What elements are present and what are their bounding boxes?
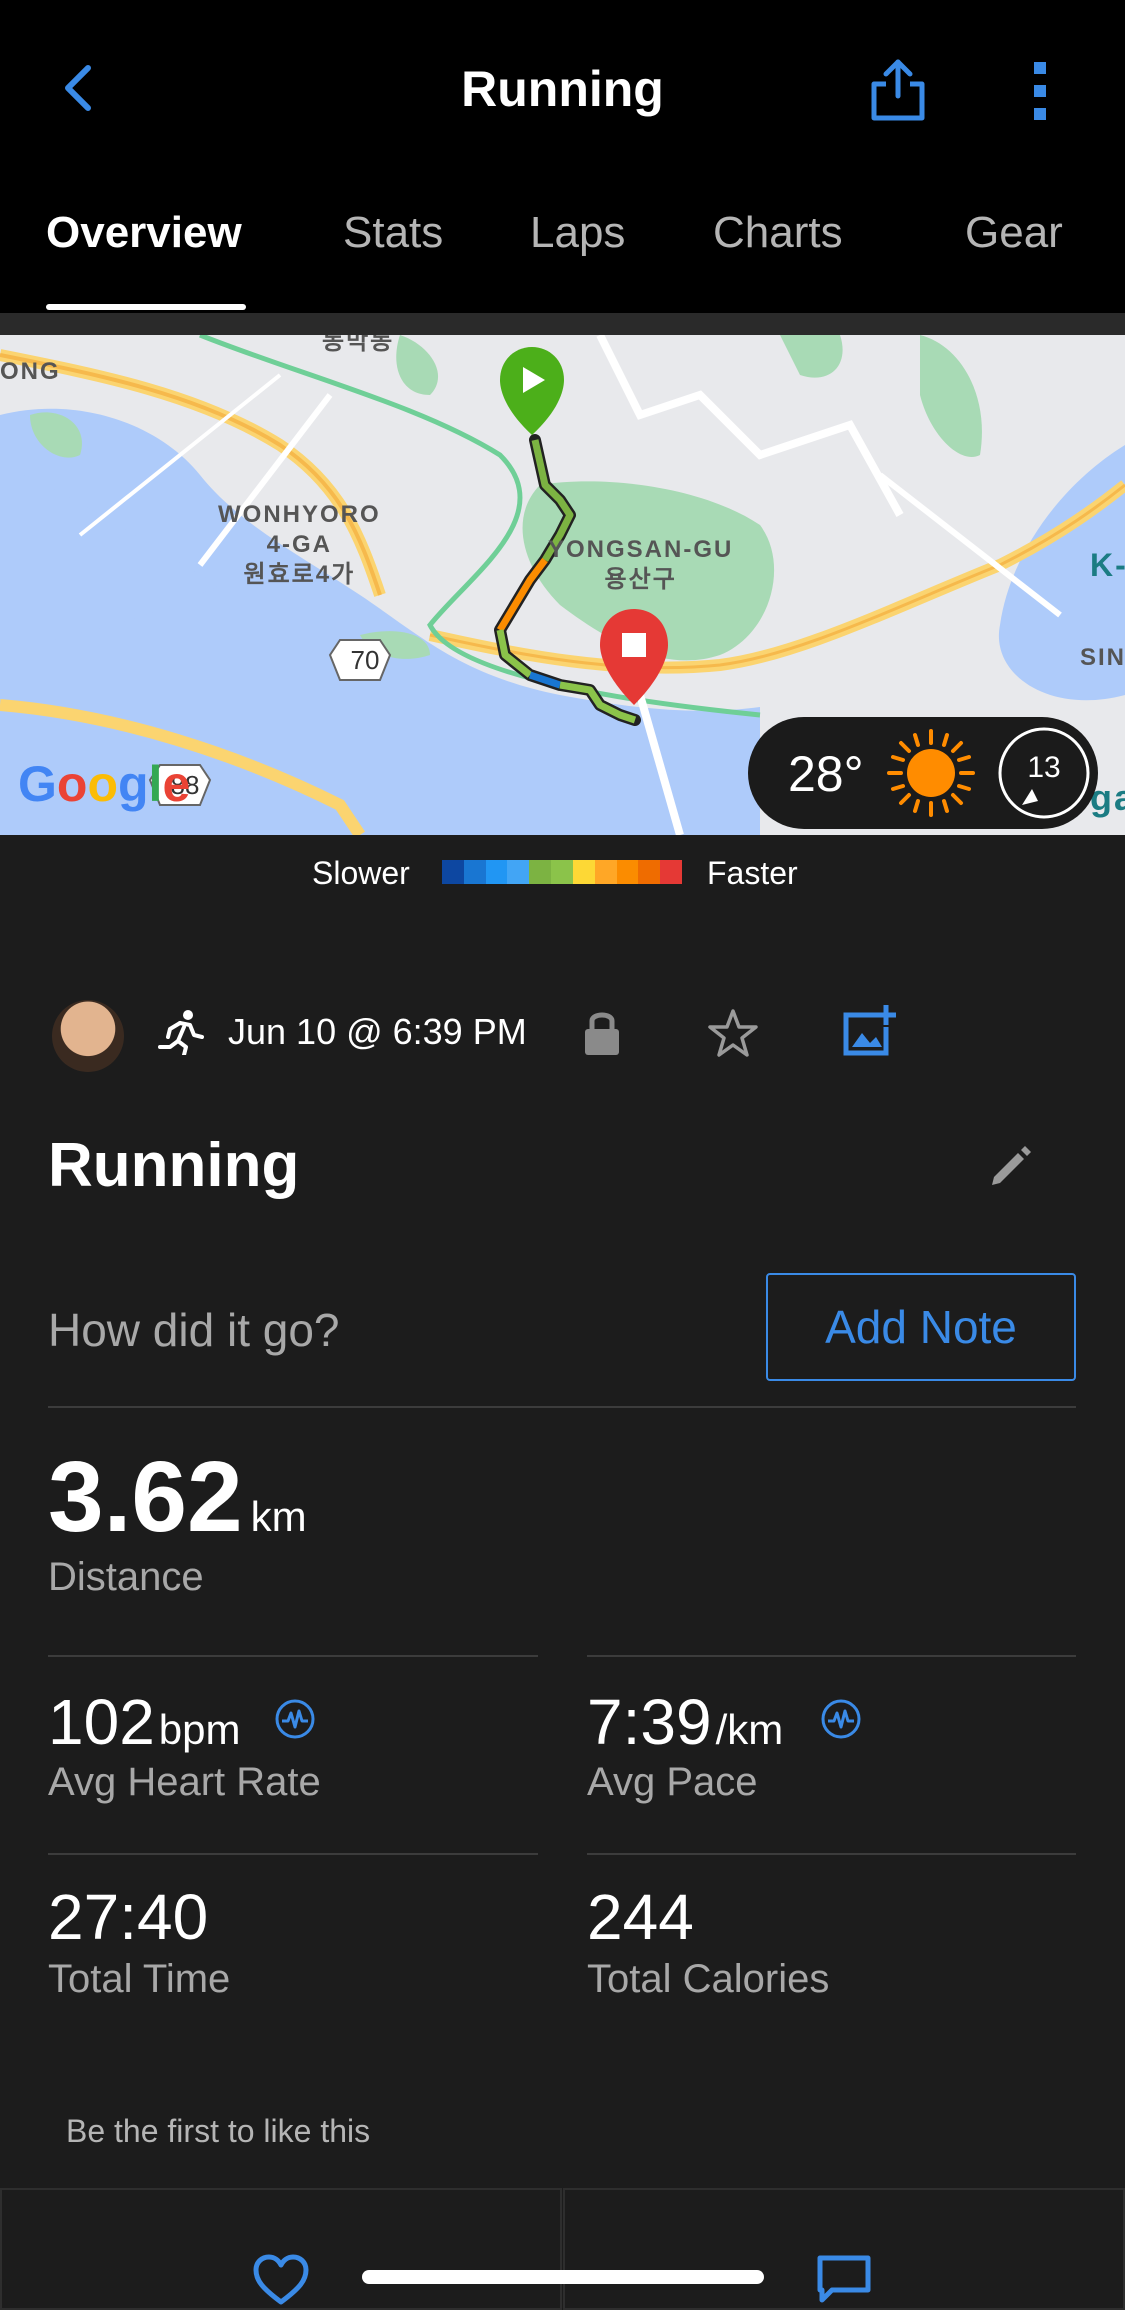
distance-value: 3.62 xyxy=(48,1441,243,1553)
divider xyxy=(587,1655,1076,1657)
running-icon xyxy=(158,1010,204,1055)
tab-charts[interactable]: Charts xyxy=(713,208,843,258)
page-title: Running xyxy=(461,61,664,117)
legend-color-segment xyxy=(572,860,595,884)
home-indicator xyxy=(362,2270,764,2284)
total-calories-value: 244 xyxy=(587,1881,694,1953)
pace-stat: 7:39/km xyxy=(587,1685,783,1759)
map-label-k: K- xyxy=(1090,547,1125,583)
edit-pencil-icon[interactable] xyxy=(988,1143,1034,1189)
bottom-action-bar xyxy=(0,2188,1125,2310)
divider xyxy=(48,1406,1076,1408)
lock-icon[interactable] xyxy=(582,1007,622,1057)
heart-rate-unit: bpm xyxy=(158,1706,241,1753)
heart-rate-value: 102 xyxy=(48,1686,155,1758)
tab-laps[interactable]: Laps xyxy=(530,208,625,258)
likes-text: Be the first to like this xyxy=(66,2113,371,2149)
pace-legend: Slower Faster xyxy=(0,835,1125,905)
legend-slower-label: Slower xyxy=(312,855,410,891)
activity-name: Running xyxy=(48,1131,300,1200)
legend-color-segment xyxy=(485,860,508,884)
legend-color-segment xyxy=(442,860,464,884)
sun-icon xyxy=(887,729,975,817)
weather-temperature: 28° xyxy=(788,746,864,802)
heart-rate-label: Avg Heart Rate xyxy=(48,1760,321,1804)
distance-unit: km xyxy=(250,1493,307,1540)
tab-bar: Overview Stats Laps Charts Gear xyxy=(0,178,1125,313)
share-icon[interactable] xyxy=(868,56,928,122)
weather-badge[interactable]: 28° 13 xyxy=(748,717,1098,829)
pace-value: 7:39 xyxy=(587,1686,712,1758)
legend-color-segment xyxy=(551,860,573,884)
legend-color-segment xyxy=(594,860,617,884)
legend-color-segment xyxy=(529,860,552,884)
divider xyxy=(587,1853,1076,1855)
tab-stats[interactable]: Stats xyxy=(343,208,443,258)
distance-stat: 3.62 km xyxy=(48,1440,307,1555)
more-vertical-icon[interactable] xyxy=(1020,58,1060,124)
legend-color-segment xyxy=(638,860,661,884)
activity-info-row: Jun 10 @ 6:39 PM xyxy=(0,995,1125,1075)
total-calories-label: Total Calories xyxy=(587,1957,830,2001)
tab-overview[interactable]: Overview xyxy=(46,208,242,258)
legend-faster-label: Faster xyxy=(707,855,798,891)
pace-unit: /km xyxy=(715,1706,784,1753)
total-time-label: Total Time xyxy=(48,1957,231,2001)
comment-icon[interactable] xyxy=(816,2254,872,2306)
total-time-value: 27:40 xyxy=(48,1881,209,1953)
legend-color-segment xyxy=(616,860,639,884)
legend-color-bar xyxy=(442,860,682,884)
note-prompt: How did it go? xyxy=(48,1304,340,1356)
distance-label: Distance xyxy=(48,1555,204,1599)
avatar[interactable] xyxy=(52,1000,124,1072)
tab-gear[interactable]: Gear xyxy=(965,208,1063,258)
top-bar: Running xyxy=(0,0,1125,178)
map-label-ong: ONG xyxy=(0,358,61,385)
road-shield-70: 70 xyxy=(350,645,380,675)
map-label-dong: 동막동 xyxy=(322,335,395,355)
pace-label: Avg Pace xyxy=(587,1760,758,1804)
add-note-button[interactable]: Add Note xyxy=(766,1273,1076,1381)
activity-date: Jun 10 @ 6:39 PM xyxy=(228,1011,527,1052)
heart-rate-zone-icon[interactable] xyxy=(274,1698,316,1740)
add-photo-icon[interactable] xyxy=(840,1003,896,1059)
active-tab-indicator xyxy=(46,304,246,310)
map-label-yongsan: YONGSAN-GU 용산구 xyxy=(548,536,734,593)
divider xyxy=(48,1853,538,1855)
heart-icon[interactable] xyxy=(252,2254,310,2306)
google-logo: Google xyxy=(18,756,191,812)
pace-zone-icon[interactable] xyxy=(820,1698,862,1740)
wind-speed: 13 xyxy=(1027,751,1061,784)
map-label-wonhyoro: WONHYORO 4-GA 원효로4가 xyxy=(218,501,381,588)
star-icon[interactable] xyxy=(707,1007,759,1059)
legend-color-segment xyxy=(463,860,486,884)
tabs-divider xyxy=(0,313,1125,335)
legend-color-segment xyxy=(660,860,682,884)
legend-color-segment xyxy=(507,860,530,884)
divider xyxy=(48,1655,538,1657)
heart-rate-stat: 102bpm xyxy=(48,1685,240,1759)
map-label-sin: SIN xyxy=(1080,644,1125,671)
